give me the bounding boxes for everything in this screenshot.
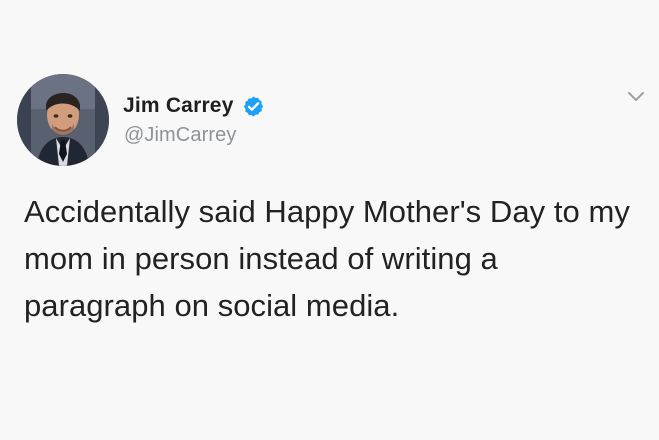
verified-check-icon bbox=[242, 95, 265, 118]
tweet-header: Jim Carrey @JimCarrey bbox=[123, 94, 363, 164]
tweet-text: Accidentally said Happy Mother's Day to … bbox=[24, 194, 630, 323]
chevron-down-icon[interactable] bbox=[626, 88, 646, 106]
display-name[interactable]: Jim Carrey bbox=[123, 94, 234, 118]
display-name-row: Jim Carrey bbox=[123, 94, 265, 118]
tweet-card: Jim Carrey @JimCarrey Accidentally said … bbox=[0, 0, 659, 440]
profile-avatar[interactable] bbox=[17, 74, 109, 166]
user-handle[interactable]: @JimCarrey bbox=[124, 123, 236, 147]
avatar-image bbox=[17, 74, 109, 166]
